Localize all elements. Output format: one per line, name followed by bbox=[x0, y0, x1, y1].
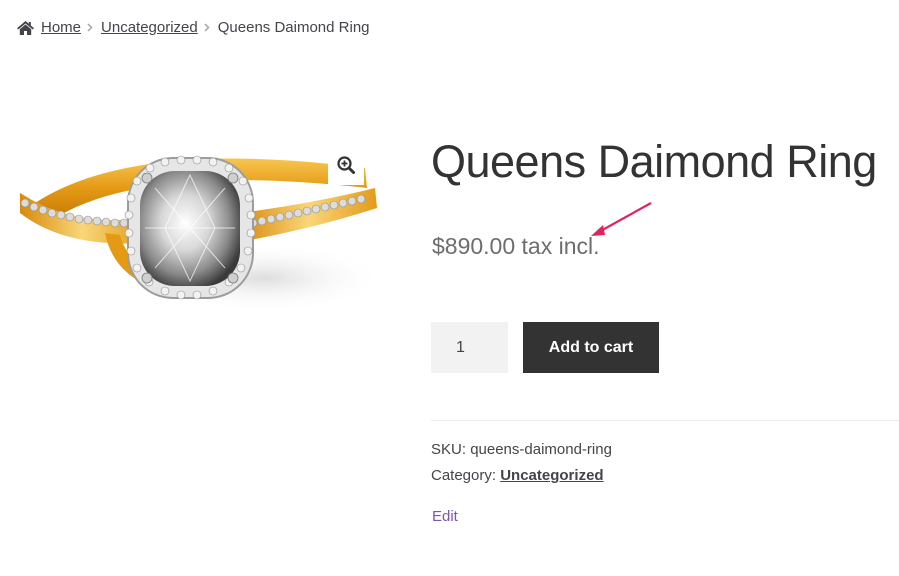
breadcrumb-home-link[interactable]: Home bbox=[41, 19, 81, 36]
chevron-right-icon bbox=[87, 21, 95, 35]
sku-value: queens-daimond-ring bbox=[470, 441, 612, 458]
product-page: Home Uncategorized Queens Daimond Ring Q… bbox=[0, 0, 899, 576]
zoom-in-icon bbox=[337, 155, 355, 179]
category-link[interactable]: Uncategorized bbox=[500, 467, 603, 484]
edit-link[interactable]: Edit bbox=[432, 508, 458, 525]
product-price: $890.00 tax incl. bbox=[432, 233, 600, 259]
chevron-right-icon bbox=[204, 21, 212, 35]
product-category: Category: Uncategorized bbox=[431, 467, 604, 484]
zoom-button[interactable] bbox=[328, 149, 364, 185]
breadcrumb-category-link[interactable]: Uncategorized bbox=[101, 19, 198, 36]
product-image[interactable] bbox=[15, 143, 380, 323]
annotation-arrow-icon bbox=[591, 202, 652, 236]
sku-label: SKU: bbox=[431, 441, 467, 458]
breadcrumb: Home Uncategorized Queens Daimond Ring bbox=[16, 19, 370, 36]
category-label: Category: bbox=[431, 467, 497, 484]
product-sku: SKU: queens-daimond-ring bbox=[431, 441, 612, 458]
breadcrumb-current: Queens Daimond Ring bbox=[217, 19, 370, 36]
product-title: Queens Daimond Ring bbox=[431, 136, 877, 187]
divider bbox=[431, 420, 899, 421]
home-icon bbox=[16, 20, 35, 36]
quantity-input[interactable] bbox=[431, 322, 508, 373]
add-to-cart-button[interactable]: Add to cart bbox=[523, 322, 659, 373]
